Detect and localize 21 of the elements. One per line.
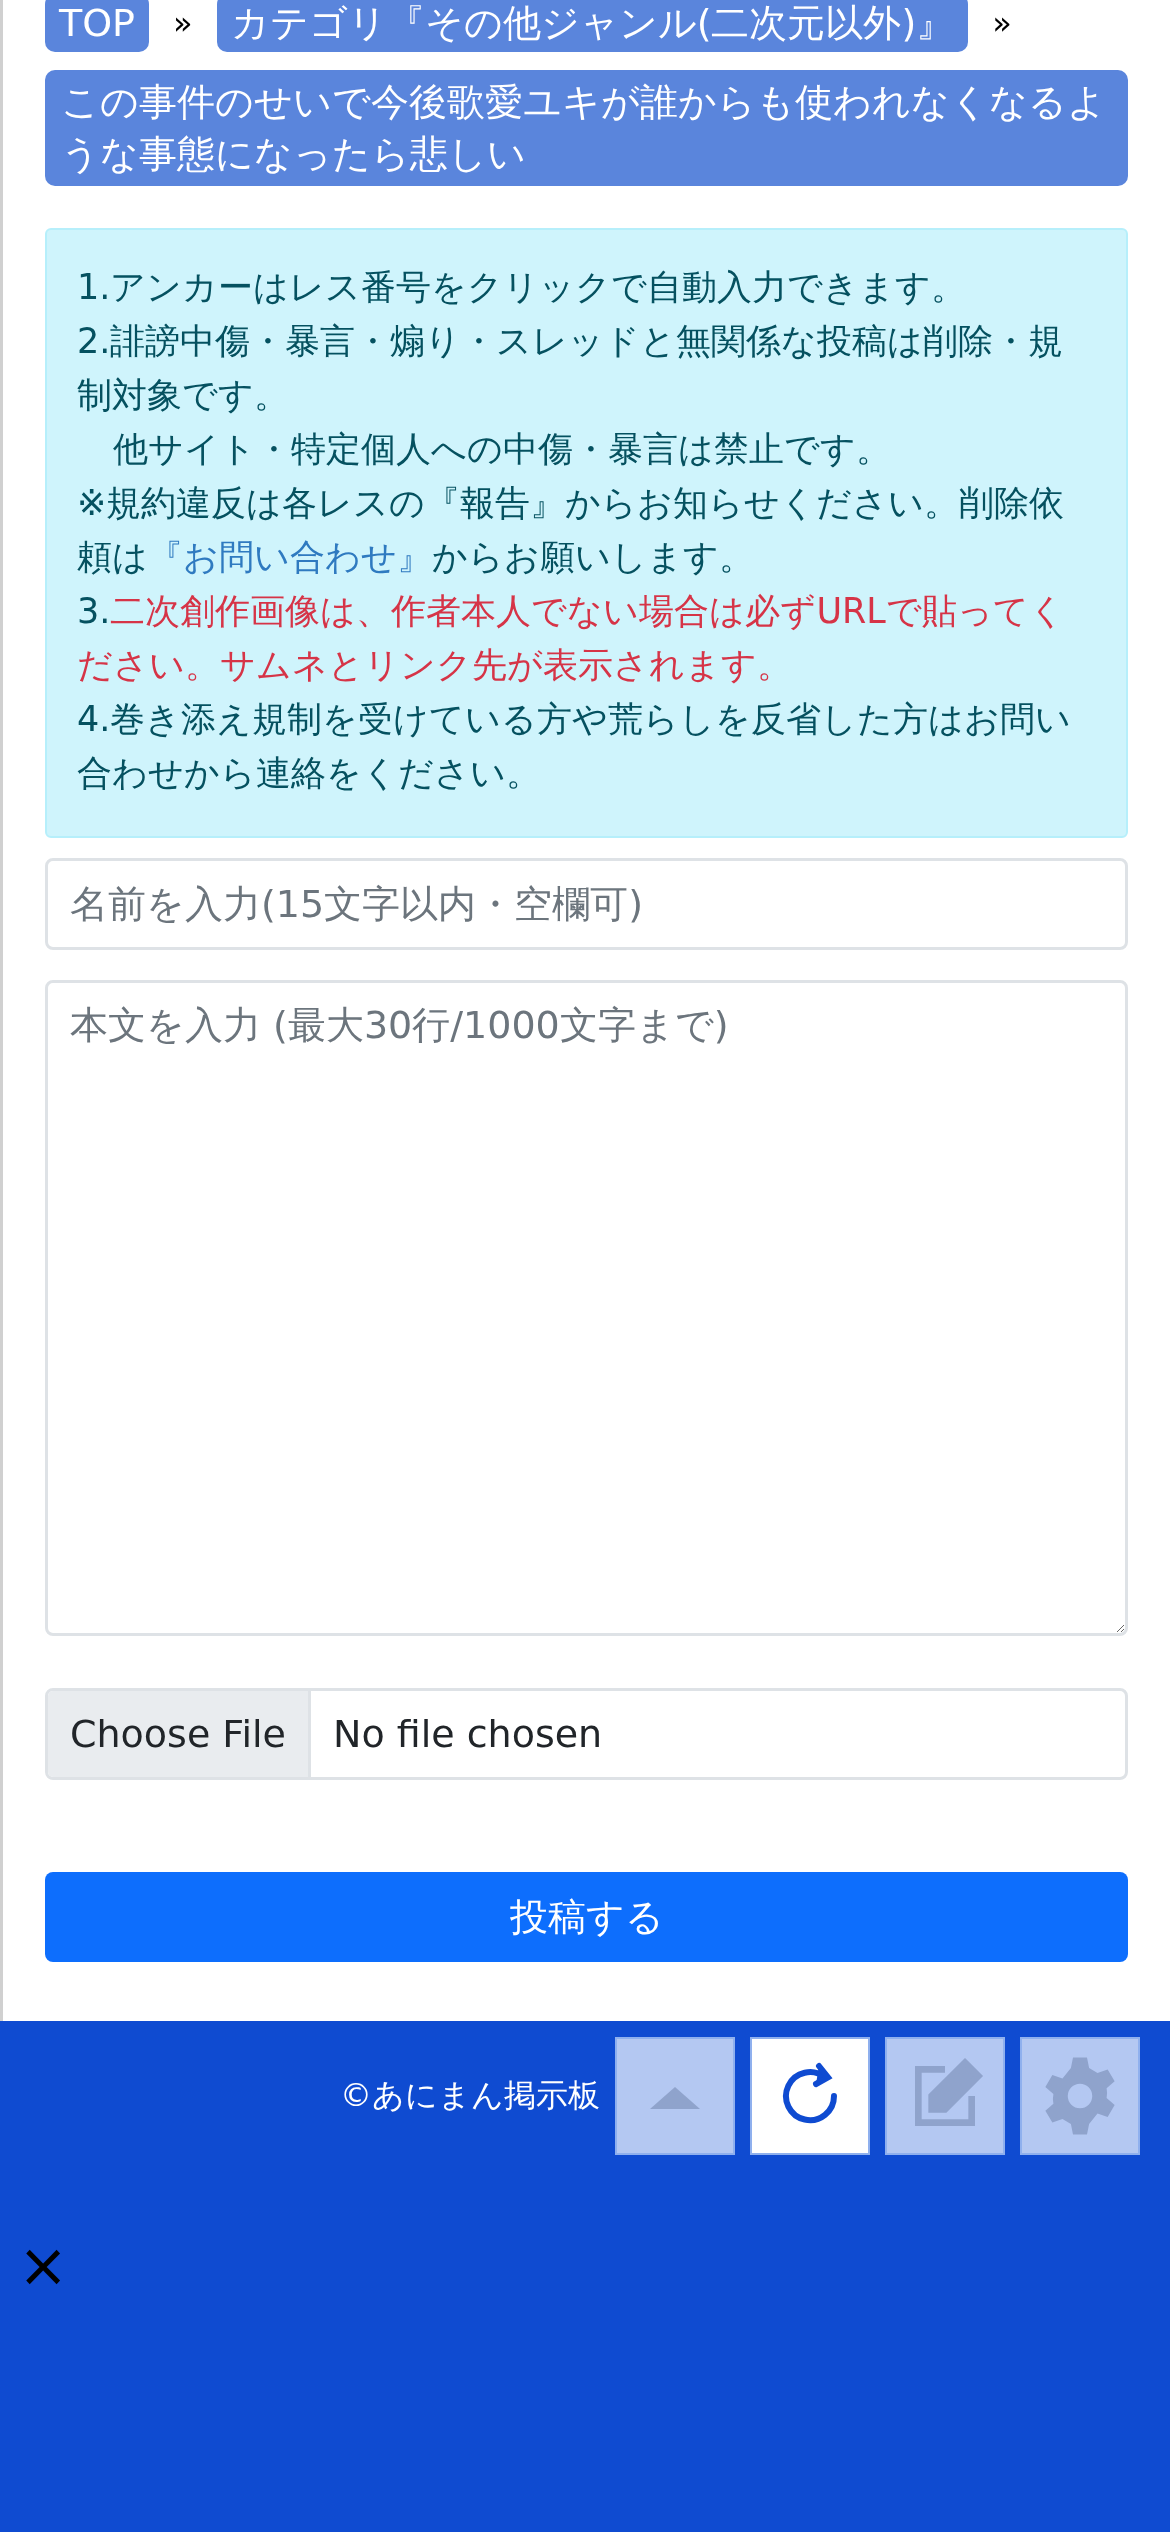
breadcrumb-link[interactable]: TOP	[45, 0, 150, 52]
message-field[interactable]: 本文を入力 (最大30行/1000文字まで)	[45, 980, 1128, 1636]
breadcrumb-separator: »	[992, 3, 1012, 44]
notice-text: 2.誹謗中傷・暴言・煽り・スレッドと無関係な投稿は削除・規制対象です。	[77, 320, 1065, 417]
name-field[interactable]: 名前を入力(15文字以内・空欄可)	[45, 858, 1128, 950]
submit-button[interactable]: 投稿する	[45, 1872, 1128, 1962]
copyright-text: ©あにまん掲示板	[340, 2075, 600, 2116]
breadcrumb-link[interactable]: カテゴリ『その他ジャンル(二次元以外)』	[216, 0, 969, 52]
floating-button[interactable]	[750, 2037, 870, 2155]
notice-text: 4.巻き添え規制を受けている方や荒らしを反省した方はお問い合わせから連絡をください。	[77, 698, 1073, 795]
notice-text: 3.二次創作画像は、作者本人でない場合は必ずURLで貼ってください。サムネとリンク先が表示されます。	[77, 590, 1066, 687]
choose-file-button[interactable]: Choose File	[48, 1691, 311, 1777]
file-status: No file chosen	[331, 1710, 604, 1758]
file-field[interactable]: Choose File No file chosen	[45, 1688, 1128, 1780]
close-button[interactable]: ×	[18, 2235, 69, 2295]
notice-text: ※規約違反は各レスの『報告』からお知らせください。削除依頼は『お問い合わせ』からお願いします。	[77, 482, 1066, 579]
breadcrumb-link[interactable]: この事件のせいで今後歌愛ユキが誰からも使われなくなるような事態になったら悲しい	[45, 70, 1128, 186]
notice-text: 他サイト・特定個人への中傷・暴言は禁止です。	[112, 428, 892, 471]
breadcrumb-separator: »	[173, 3, 193, 44]
contact-link[interactable]: 『お問い合わせ』	[148, 537, 432, 577]
notice-text: 1.アンカーはレス番号をクリックで自動入力できます。	[77, 266, 968, 309]
